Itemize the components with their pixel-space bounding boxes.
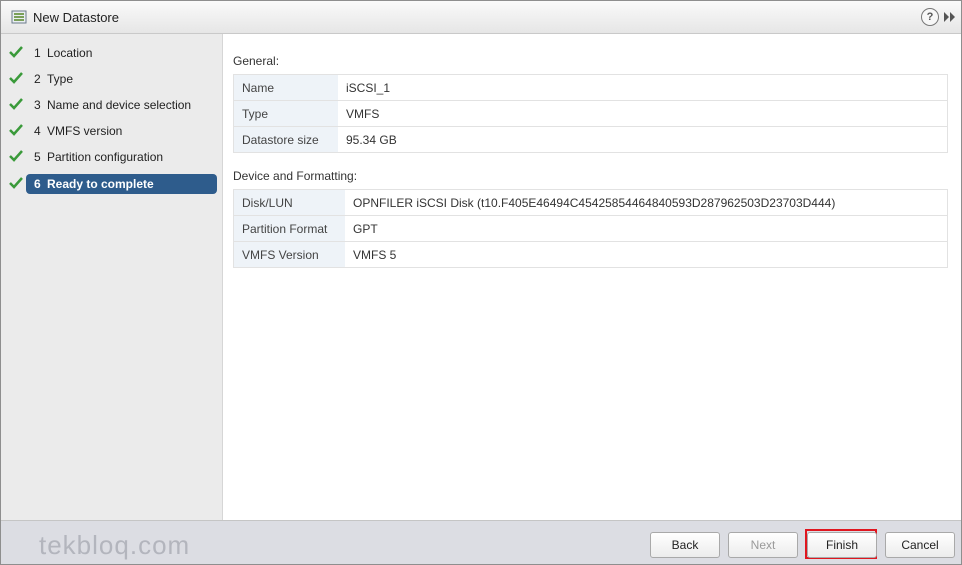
new-datastore-dialog: New Datastore ? 1 Location 2 Type 3 Name… [0,0,962,565]
table-row: Disk/LUN OPNFILER iSCSI Disk (t10.F405E4… [233,189,948,216]
property-value: 95.34 GB [338,126,948,153]
property-value: VMFS [338,100,948,127]
finish-button[interactable]: Finish [807,532,877,558]
help-icon[interactable]: ? [921,8,939,26]
summary-panel: General: Name iSCSI_1 Type VMFS Datastor… [223,34,961,520]
property-key: Datastore size [233,126,338,153]
property-value: OPNFILER iSCSI Disk (t10.F405E46494C4542… [345,189,948,216]
step-label: Ready to complete [47,177,154,191]
table-row: Name iSCSI_1 [233,74,948,101]
property-value: VMFS 5 [345,241,948,268]
next-button[interactable]: Next [728,532,798,558]
property-key: Type [233,100,338,127]
back-button[interactable]: Back [650,532,720,558]
table-row: Partition Format GPT [233,215,948,242]
step-number: 2 [34,72,41,86]
step-label: VMFS version [47,124,123,138]
table-row: Datastore size 95.34 GB [233,126,948,153]
step-label: Location [47,46,93,60]
property-key: VMFS Version [233,241,345,268]
step-label: Type [47,72,74,86]
general-table: Name iSCSI_1 Type VMFS Datastore size 95… [233,74,948,153]
step-label: Partition configuration [47,150,164,164]
check-icon [9,98,23,110]
check-icon [9,177,23,189]
table-row: VMFS Version VMFS 5 [233,241,948,268]
step-label: Name and device selection [47,98,192,112]
check-icon [9,46,23,58]
property-key: Name [233,74,338,101]
step-number: 6 [34,177,41,191]
check-icon [9,72,23,84]
step-type[interactable]: 2 Type [7,69,217,89]
device-table: Disk/LUN OPNFILER iSCSI Disk (t10.F405E4… [233,189,948,268]
general-heading: General: [233,54,280,68]
property-value: GPT [345,215,948,242]
property-value: iSCSI_1 [338,74,948,101]
step-partition-configuration[interactable]: 5 Partition configuration [7,147,217,167]
check-icon [9,150,23,162]
cancel-button[interactable]: Cancel [885,532,955,558]
property-key: Disk/LUN [233,189,345,216]
wizard-steps: 1 Location 2 Type 3 Name and device sele… [1,34,223,520]
table-row: Type VMFS [233,100,948,127]
datastore-icon [11,10,27,24]
expand-icon[interactable] [943,11,957,23]
dialog-title: New Datastore [33,10,119,25]
title-bar: New Datastore ? [1,1,961,34]
property-key: Partition Format [233,215,345,242]
step-number: 4 [34,124,41,138]
step-number: 5 [34,150,41,164]
step-name-device-selection[interactable]: 3 Name and device selection [7,95,217,115]
check-icon [9,124,23,136]
watermark: tekbloq.com [39,530,191,560]
step-number: 3 [34,98,41,112]
step-vmfs-version[interactable]: 4 VMFS version [7,121,217,141]
step-ready-to-complete[interactable]: 6 Ready to complete [7,174,217,194]
step-location[interactable]: 1 Location [7,43,217,63]
step-number: 1 [34,46,41,60]
button-bar: tekbloq.com Back Next Finish Cancel [1,520,961,564]
device-formatting-heading: Device and Formatting: [233,169,358,183]
